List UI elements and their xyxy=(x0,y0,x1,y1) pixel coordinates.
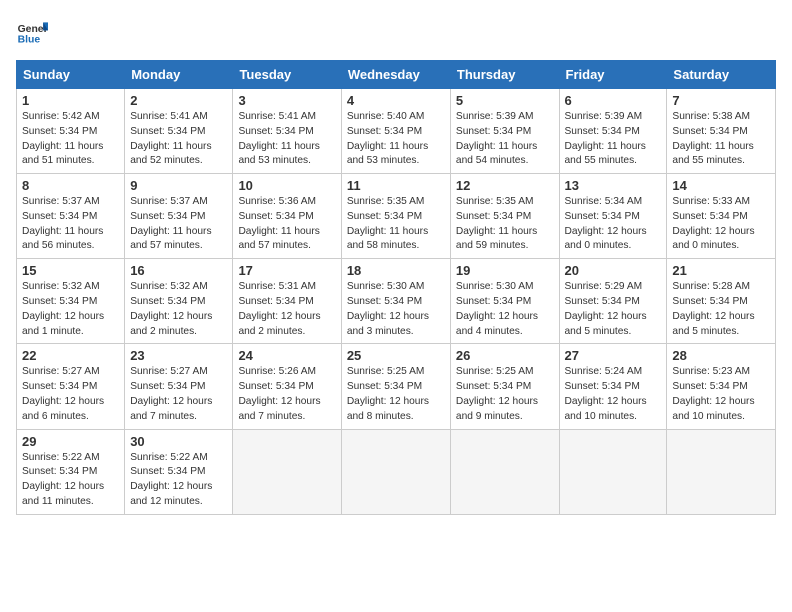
svg-text:Blue: Blue xyxy=(18,34,41,45)
table-row xyxy=(341,429,450,514)
calendar-table: Sunday Monday Tuesday Wednesday Thursday… xyxy=(16,60,776,515)
col-monday: Monday xyxy=(125,61,233,89)
logo: General Blue xyxy=(16,16,52,48)
table-row: 6Sunrise: 5:39 AMSunset: 5:34 PMDaylight… xyxy=(559,89,667,174)
col-tuesday: Tuesday xyxy=(233,61,341,89)
table-row: 25Sunrise: 5:25 AMSunset: 5:34 PMDayligh… xyxy=(341,344,450,429)
calendar-week-5: 29Sunrise: 5:22 AMSunset: 5:34 PMDayligh… xyxy=(17,429,776,514)
table-row: 2Sunrise: 5:41 AMSunset: 5:34 PMDaylight… xyxy=(125,89,233,174)
table-row: 7Sunrise: 5:38 AMSunset: 5:34 PMDaylight… xyxy=(667,89,776,174)
table-row: 17Sunrise: 5:31 AMSunset: 5:34 PMDayligh… xyxy=(233,259,341,344)
page-header: General Blue xyxy=(16,16,776,48)
table-row xyxy=(559,429,667,514)
table-row: 27Sunrise: 5:24 AMSunset: 5:34 PMDayligh… xyxy=(559,344,667,429)
calendar-header-row: Sunday Monday Tuesday Wednesday Thursday… xyxy=(17,61,776,89)
table-row: 8Sunrise: 5:37 AMSunset: 5:34 PMDaylight… xyxy=(17,174,125,259)
table-row: 11Sunrise: 5:35 AMSunset: 5:34 PMDayligh… xyxy=(341,174,450,259)
table-row: 1Sunrise: 5:42 AMSunset: 5:34 PMDaylight… xyxy=(17,89,125,174)
table-row: 13Sunrise: 5:34 AMSunset: 5:34 PMDayligh… xyxy=(559,174,667,259)
table-row xyxy=(233,429,341,514)
table-row: 9Sunrise: 5:37 AMSunset: 5:34 PMDaylight… xyxy=(125,174,233,259)
table-row: 12Sunrise: 5:35 AMSunset: 5:34 PMDayligh… xyxy=(450,174,559,259)
table-row: 4Sunrise: 5:40 AMSunset: 5:34 PMDaylight… xyxy=(341,89,450,174)
col-sunday: Sunday xyxy=(17,61,125,89)
col-thursday: Thursday xyxy=(450,61,559,89)
table-row: 10Sunrise: 5:36 AMSunset: 5:34 PMDayligh… xyxy=(233,174,341,259)
table-row: 3Sunrise: 5:41 AMSunset: 5:34 PMDaylight… xyxy=(233,89,341,174)
table-row: 24Sunrise: 5:26 AMSunset: 5:34 PMDayligh… xyxy=(233,344,341,429)
calendar-week-4: 22Sunrise: 5:27 AMSunset: 5:34 PMDayligh… xyxy=(17,344,776,429)
table-row: 23Sunrise: 5:27 AMSunset: 5:34 PMDayligh… xyxy=(125,344,233,429)
table-row: 19Sunrise: 5:30 AMSunset: 5:34 PMDayligh… xyxy=(450,259,559,344)
table-row: 22Sunrise: 5:27 AMSunset: 5:34 PMDayligh… xyxy=(17,344,125,429)
table-row: 18Sunrise: 5:30 AMSunset: 5:34 PMDayligh… xyxy=(341,259,450,344)
calendar-week-1: 1Sunrise: 5:42 AMSunset: 5:34 PMDaylight… xyxy=(17,89,776,174)
table-row xyxy=(667,429,776,514)
col-friday: Friday xyxy=(559,61,667,89)
col-wednesday: Wednesday xyxy=(341,61,450,89)
col-saturday: Saturday xyxy=(667,61,776,89)
table-row: 16Sunrise: 5:32 AMSunset: 5:34 PMDayligh… xyxy=(125,259,233,344)
table-row: 29Sunrise: 5:22 AMSunset: 5:34 PMDayligh… xyxy=(17,429,125,514)
table-row xyxy=(450,429,559,514)
table-row: 26Sunrise: 5:25 AMSunset: 5:34 PMDayligh… xyxy=(450,344,559,429)
table-row: 20Sunrise: 5:29 AMSunset: 5:34 PMDayligh… xyxy=(559,259,667,344)
logo-icon: General Blue xyxy=(16,16,48,48)
calendar-week-2: 8Sunrise: 5:37 AMSunset: 5:34 PMDaylight… xyxy=(17,174,776,259)
table-row: 5Sunrise: 5:39 AMSunset: 5:34 PMDaylight… xyxy=(450,89,559,174)
table-row: 28Sunrise: 5:23 AMSunset: 5:34 PMDayligh… xyxy=(667,344,776,429)
table-row: 14Sunrise: 5:33 AMSunset: 5:34 PMDayligh… xyxy=(667,174,776,259)
table-row: 21Sunrise: 5:28 AMSunset: 5:34 PMDayligh… xyxy=(667,259,776,344)
table-row: 15Sunrise: 5:32 AMSunset: 5:34 PMDayligh… xyxy=(17,259,125,344)
table-row: 30Sunrise: 5:22 AMSunset: 5:34 PMDayligh… xyxy=(125,429,233,514)
calendar-week-3: 15Sunrise: 5:32 AMSunset: 5:34 PMDayligh… xyxy=(17,259,776,344)
